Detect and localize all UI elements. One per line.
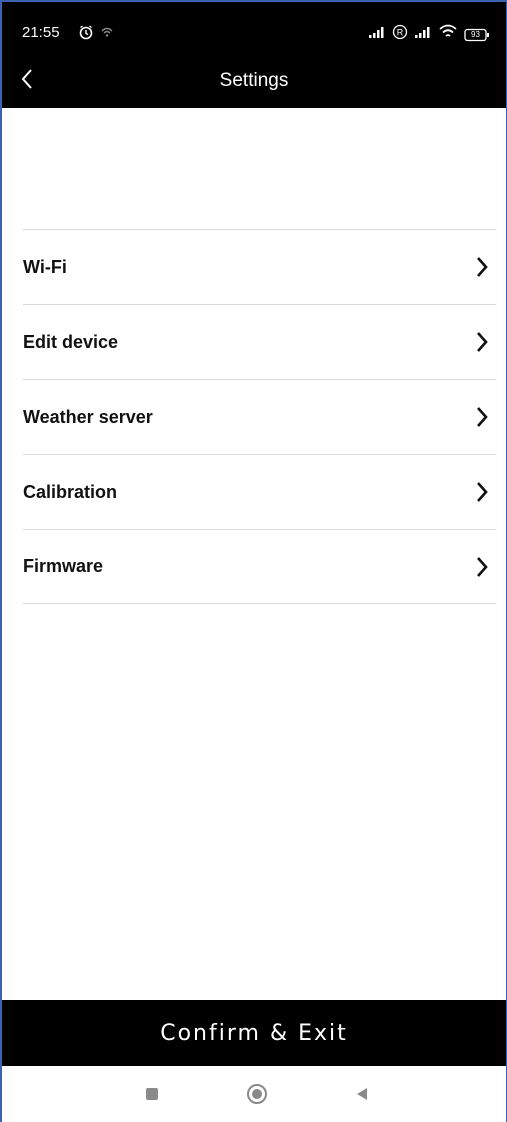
menu-item-label: Calibration: [23, 481, 118, 502]
chevron-right-icon: [472, 256, 492, 278]
menu-item-firmware[interactable]: Firmware: [23, 529, 496, 604]
battery-level: 93: [471, 29, 480, 39]
menu-item-edit-device[interactable]: Edit device: [23, 304, 496, 379]
back-triangle-icon: [354, 1086, 370, 1107]
navigation-bar: [2, 1066, 506, 1122]
confirm-exit-label: Confirm & Exit: [160, 1020, 348, 1046]
title-row: Settings: [2, 64, 506, 98]
menu-item-label: Wi-Fi: [23, 256, 67, 277]
chevron-right-icon: [472, 556, 492, 578]
home-button[interactable]: [245, 1083, 269, 1110]
menu-item-calibration[interactable]: Calibration: [23, 454, 496, 529]
menu-item-label: Edit device: [23, 331, 119, 352]
settings-menu: Wi-Fi Edit device Weather server Calibra…: [23, 229, 496, 604]
chevron-right-icon: [472, 331, 492, 353]
back-chevron-icon: [20, 68, 34, 95]
back-button[interactable]: [20, 64, 54, 98]
chevron-right-icon: [472, 481, 492, 503]
notification-icon: [100, 25, 114, 44]
recents-button[interactable]: [140, 1084, 164, 1108]
chevron-right-icon: [472, 406, 492, 428]
status-time: 21:55: [22, 24, 60, 41]
signal-icon: [414, 25, 432, 44]
confirm-exit-button[interactable]: Confirm & Exit: [2, 1000, 506, 1066]
wifi-icon: [438, 24, 458, 45]
phone-screen: 21:55 R 93 Settings Wi-Fi Edit device We…: [0, 0, 507, 1122]
top-bar: 21:55 R 93 Settings: [2, 2, 506, 108]
recents-square-icon: [144, 1086, 160, 1107]
back-nav-button[interactable]: [350, 1084, 374, 1108]
status-bar: 21:55 R 93: [2, 2, 506, 46]
signal-icon: [368, 25, 386, 44]
battery-icon: 93: [464, 28, 490, 42]
page-title: Settings: [219, 70, 289, 91]
menu-item-weather-server[interactable]: Weather server: [23, 379, 496, 454]
menu-item-label: Weather server: [23, 406, 153, 427]
alarm-icon: [78, 24, 94, 45]
svg-text:R: R: [397, 28, 404, 38]
home-circle-icon: [246, 1083, 268, 1110]
menu-item-label: Firmware: [23, 556, 104, 576]
menu-item-wifi[interactable]: Wi-Fi: [23, 229, 496, 304]
roaming-icon: R: [392, 24, 408, 45]
